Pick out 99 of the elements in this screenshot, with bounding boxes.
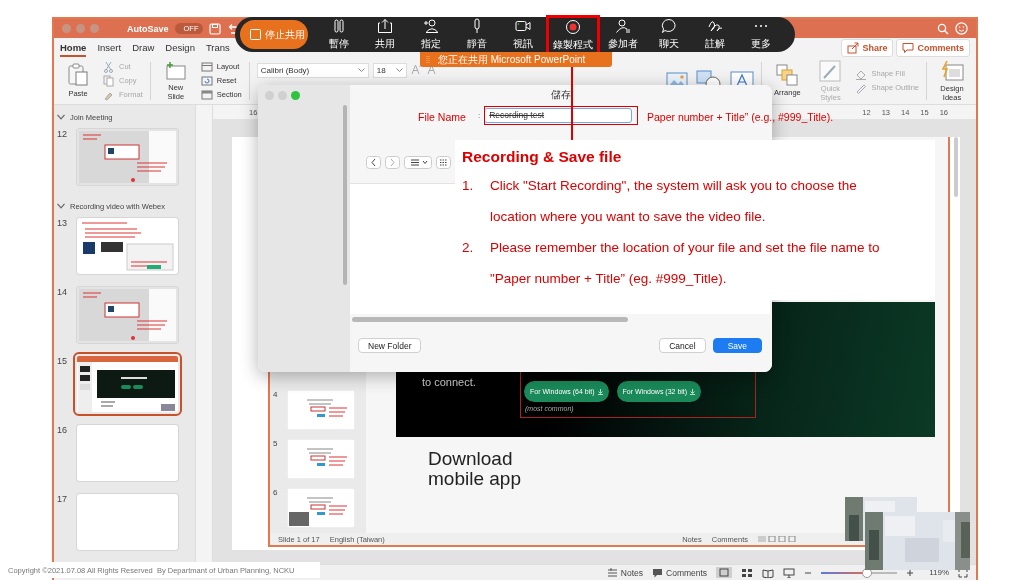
- square-icon: [250, 29, 261, 40]
- mute-button[interactable]: 靜音: [454, 17, 500, 52]
- comments-button[interactable]: Comments: [896, 38, 970, 57]
- arrange-icon[interactable]: [776, 64, 799, 86]
- notes-button[interactable]: Notes: [606, 567, 644, 578]
- normal-view-icon[interactable]: [716, 567, 733, 578]
- chevron-icon: [357, 67, 365, 73]
- comment-icon: [652, 567, 664, 578]
- annotation-note: Paper number + Title” (e.g., #999_Title).: [647, 111, 834, 123]
- slide-thumbnail[interactable]: [77, 425, 178, 481]
- slide-thumbnail: [287, 488, 355, 528]
- slide-number: 5: [272, 439, 279, 448]
- download-icon: [597, 388, 603, 395]
- back-icon[interactable]: [366, 156, 381, 169]
- share-button[interactable]: Share: [841, 38, 894, 57]
- zoom-level: 119%: [929, 568, 949, 577]
- font-size-dropdown[interactable]: 18: [372, 62, 407, 78]
- scroll-bar: [954, 137, 958, 197]
- share-button[interactable]: 共用: [362, 17, 408, 52]
- assign-button[interactable]: 指定: [408, 17, 454, 52]
- pause-button[interactable]: 暫停: [316, 17, 362, 52]
- comments-button[interactable]: Comments: [652, 567, 708, 578]
- more-icon: [754, 24, 768, 28]
- people-icon: [615, 18, 631, 34]
- section-icon: [200, 88, 213, 101]
- share-icon: [377, 18, 393, 34]
- chevron-icon: [57, 114, 65, 120]
- autosave-label: AutoSave: [127, 23, 169, 34]
- chevron-icon: [395, 67, 403, 73]
- participants-button[interactable]: 參加者: [600, 17, 646, 52]
- notes-icon: [606, 567, 618, 578]
- design-ideas-icon[interactable]: [940, 59, 964, 82]
- step-text: Click "Start Recording", the system will ask you to choose the location where you want to save the video file.: [490, 177, 858, 226]
- slide-number: 16: [56, 425, 68, 435]
- new-slide-icon[interactable]: [163, 60, 188, 81]
- slide-thumbnail[interactable]: [77, 129, 178, 185]
- slide-thumbnail[interactable]: [77, 494, 178, 550]
- smiley-icon[interactable]: [955, 22, 968, 35]
- copy-icon: [103, 74, 115, 87]
- instruction-heading: Recording & Save file: [462, 148, 623, 166]
- slide-number: 4: [272, 390, 279, 399]
- step-number: 1.: [462, 177, 475, 195]
- grid-view-icon[interactable]: [741, 567, 754, 578]
- ribbon-tab[interactable]: Trans: [205, 38, 230, 57]
- annotate-button[interactable]: 註解: [692, 17, 738, 52]
- dialog-title: 儲存: [550, 88, 572, 102]
- step-text: Please remember the location of your file and set the file name to "Paper number + Title” (eg. #999_Title).: [490, 239, 881, 288]
- layout-icon: [200, 60, 213, 73]
- chat-icon: [661, 18, 677, 34]
- dialog-button[interactable]: New Folder: [358, 338, 422, 353]
- ribbon-tab[interactable]: Design: [165, 38, 195, 57]
- slide-number: 12: [56, 129, 68, 139]
- drag-handle-icon: [426, 54, 430, 65]
- slide-number: 13: [56, 218, 68, 228]
- mobile-heading: Download mobile app: [428, 449, 522, 489]
- annotation-label: File Name: [418, 111, 466, 123]
- undo-icon[interactable]: [226, 22, 239, 35]
- ribbon-tab[interactable]: Draw: [132, 38, 155, 57]
- view-icons: [758, 536, 798, 542]
- save-icon[interactable]: [208, 22, 221, 35]
- step-number: 2.: [462, 239, 475, 257]
- person-add-icon: [423, 18, 439, 34]
- chat-button[interactable]: 聊天: [646, 17, 692, 52]
- forward-icon[interactable]: [385, 156, 400, 169]
- slide-number: 6: [272, 488, 279, 497]
- font-name-dropdown[interactable]: Calibri (Body): [256, 62, 369, 78]
- reset-icon: [200, 74, 213, 87]
- slideshow-icon[interactable]: [783, 567, 796, 578]
- video-button[interactable]: 視訊: [500, 17, 546, 52]
- pause-icon: [331, 18, 347, 34]
- squiggle-icon: [707, 18, 723, 34]
- slide-number: 15: [56, 356, 68, 366]
- slide-number: 17: [56, 494, 68, 504]
- download-icon: [690, 388, 696, 395]
- chevron-icon: [57, 203, 65, 209]
- zoom-in-icon[interactable]: [906, 568, 915, 577]
- ribbon-tab[interactable]: Insert: [97, 38, 122, 57]
- dialog-button[interactable]: Cancel: [659, 338, 706, 353]
- slide-number: 14: [56, 287, 68, 297]
- paste-icon[interactable]: [67, 63, 89, 87]
- slide-thumbnail[interactable]: [77, 218, 178, 274]
- ribbon-tab[interactable]: Home: [60, 38, 87, 57]
- comment-icon: [902, 41, 915, 54]
- camera-icon: [515, 18, 531, 34]
- reading-view-icon[interactable]: [762, 567, 775, 578]
- list-view-icon[interactable]: [404, 156, 432, 169]
- field-separator: :: [478, 110, 481, 120]
- more-button[interactable]: 更多: [738, 17, 784, 52]
- hero-text: to connect.: [422, 376, 476, 388]
- slide-thumbnail: [287, 439, 355, 479]
- share-icon: [847, 41, 860, 54]
- record-icon: [565, 19, 581, 35]
- slide-thumbnail[interactable]: [77, 287, 178, 343]
- search-icon[interactable]: [937, 22, 949, 35]
- file-name-field[interactable]: Recording test: [484, 107, 633, 123]
- scissors-icon: [103, 60, 115, 73]
- dialog-button[interactable]: Save: [712, 338, 762, 353]
- slide-thumbnail: [287, 390, 355, 430]
- quick-styles-icon[interactable]: [819, 59, 842, 82]
